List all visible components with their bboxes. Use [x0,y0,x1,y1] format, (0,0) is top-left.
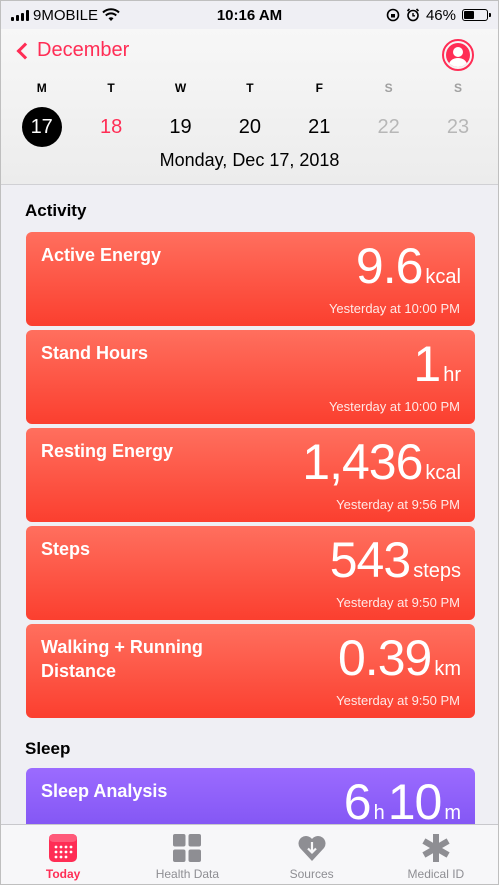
status-right: 46% [386,6,491,24]
card-title: Active Energy [41,245,162,265]
tab-label: Today [45,867,81,881]
tab-health-data[interactable]: Health Data [125,825,249,884]
day-mon[interactable]: M 17 [7,81,76,147]
day-number: 18 [99,115,123,138]
asterisk-icon [422,834,450,862]
card-value: 1 hr [413,338,461,390]
chevron-left-icon [16,42,34,60]
walking-running-distance-card[interactable]: Walking + Running Distance 0.39 km Yeste… [26,624,475,718]
value-unit: km [434,658,461,680]
rotation-lock-icon [386,8,400,22]
tab-today[interactable]: Today [1,825,125,884]
tab-label: Medical ID [407,867,465,881]
day-letter: W [174,81,187,95]
alarm-icon [406,8,420,22]
grid-icon [173,834,202,862]
value-number: 9.6 [355,238,424,294]
day-fri[interactable]: F 21 [285,81,354,147]
sleep-analysis-card[interactable]: Sleep Analysis 6 h 10 m [26,768,475,826]
active-energy-card[interactable]: Active Energy 9.6 kcal Yesterday at 10:0… [26,232,475,326]
battery-fill [464,11,475,19]
day-letter: M [36,81,47,95]
value-unit: hr [443,364,461,386]
minutes-number: 10 [387,774,443,826]
dashboard-content[interactable]: Activity Active Energy 9.6 kcal Yesterda… [1,186,498,826]
tab-label: Sources [289,867,334,881]
hours-unit: h [373,802,385,824]
value-number: 1,436 [302,434,423,490]
hours-number: 6 [343,774,372,826]
day-letter: T [246,81,254,95]
tab-label: Health Data [155,867,220,881]
resting-energy-card[interactable]: Resting Energy 1,436 kcal Yesterday at 9… [26,428,475,522]
card-title: Resting Energy [41,441,174,461]
day-number: 17 [21,107,62,147]
signal-icon [11,9,29,21]
wifi-icon [102,8,120,21]
battery-icon [462,9,491,21]
value-number: 0.39 [338,630,432,686]
health-app-screen: 9MOBILE 10:16 AM 46% December M 17 T 18 … [0,0,499,885]
day-thu[interactable]: T 20 [215,81,284,147]
profile-icon [446,43,470,67]
nav-row: December [1,39,498,71]
card-value: 9.6 kcal [356,240,461,292]
activity-section-title: Activity [25,201,87,220]
card-value: 543 steps [330,534,461,586]
card-title: Stand Hours [41,343,149,363]
card-value: 6 h 10 m [344,776,461,826]
status-bar: 9MOBILE 10:16 AM 46% [1,1,498,29]
calendar-header: December M 17 T 18 W 19 T 20 F 21 S 22 S… [1,29,498,185]
card-timestamp: Yesterday at 10:00 PM [328,399,460,414]
tab-bar: Today Health Data Sources Medical ID [1,824,498,884]
day-letter: S [454,81,463,95]
stand-hours-card[interactable]: Stand Hours 1 hr Yesterday at 10:00 PM [26,330,475,424]
status-left: 9MOBILE [11,7,120,24]
day-letter: S [384,81,393,95]
day-sat[interactable]: S 22 [354,81,423,147]
value-number: 1 [413,336,441,392]
value-unit: kcal [425,266,461,288]
day-letter: F [315,81,323,95]
day-number: 19 [169,115,192,138]
day-tue[interactable]: T 18 [76,81,145,147]
card-title: Walking + Running Distance [41,637,203,681]
value-unit: kcal [425,462,461,484]
value-unit: steps [413,560,461,582]
carrier-label: 9MOBILE [33,6,99,24]
day-letter: T [107,81,115,95]
card-timestamp: Yesterday at 9:50 PM [336,693,460,708]
profile-button[interactable] [442,39,474,71]
day-sun[interactable]: S 23 [423,81,492,147]
tab-sources[interactable]: Sources [250,825,374,884]
day-number: 20 [238,115,261,138]
back-button-label: December [37,39,130,61]
day-number: 22 [377,115,400,138]
day-number: 23 [446,115,470,138]
week-strip: M 17 T 18 W 19 T 20 F 21 S 22 S 23 [7,81,493,147]
back-button[interactable]: December [15,39,129,62]
card-title: Steps [41,539,91,559]
selected-date: Monday, Dec 17, 2018 [159,150,340,170]
steps-card[interactable]: Steps 543 steps Yesterday at 9:50 PM [26,526,475,620]
day-number: 21 [308,115,331,138]
card-value: 1,436 kcal [302,436,461,488]
card-timestamp: Yesterday at 9:50 PM [336,595,460,610]
minutes-unit: m [444,802,461,824]
calendar-icon [49,834,78,862]
battery-percent: 46% [425,6,456,24]
heart-download-icon [298,836,326,861]
tab-medical-id[interactable]: Medical ID [374,825,498,884]
card-title: Sleep Analysis [41,781,168,801]
value-number: 543 [329,532,411,588]
card-timestamp: Yesterday at 10:00 PM [328,301,460,316]
card-value: 0.39 km [338,632,461,684]
day-wed[interactable]: W 19 [146,81,215,147]
card-timestamp: Yesterday at 9:56 PM [336,497,460,512]
sleep-section-title: Sleep [25,739,71,758]
